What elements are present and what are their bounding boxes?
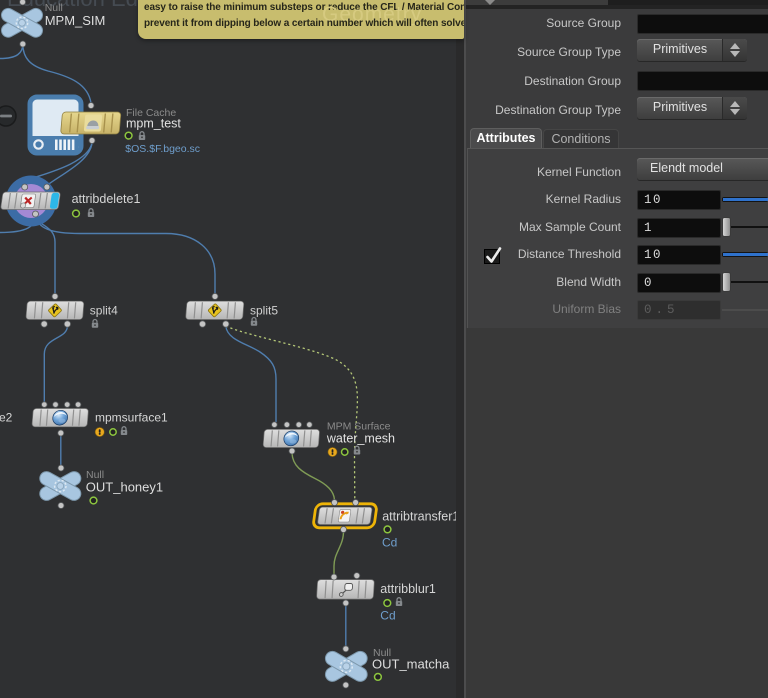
- svg-text:OUT_matcha: OUT_matcha: [372, 657, 450, 672]
- svg-text:mpmsurface1: mpmsurface1: [95, 411, 168, 425]
- svg-text:MPM_SIM: MPM_SIM: [45, 13, 106, 28]
- svg-text:OUT_honey1: OUT_honey1: [86, 480, 163, 495]
- svg-text:attribdelete1: attribdelete1: [72, 192, 141, 206]
- svg-text:Cd: Cd: [380, 609, 395, 623]
- svg-text:mpm_test: mpm_test: [126, 117, 181, 131]
- svg-text:attribtransfer1: attribtransfer1: [382, 510, 459, 524]
- svg-text:split5: split5: [250, 304, 278, 318]
- svg-text:e2: e2: [0, 411, 13, 425]
- svg-text:water_mesh: water_mesh: [326, 432, 395, 446]
- svg-text:attribblur1: attribblur1: [380, 582, 436, 596]
- svg-text:split4: split4: [90, 304, 118, 318]
- svg-text:$OS.$F.bgeo.sc: $OS.$F.bgeo.sc: [125, 143, 200, 155]
- svg-text:Cd: Cd: [382, 536, 397, 550]
